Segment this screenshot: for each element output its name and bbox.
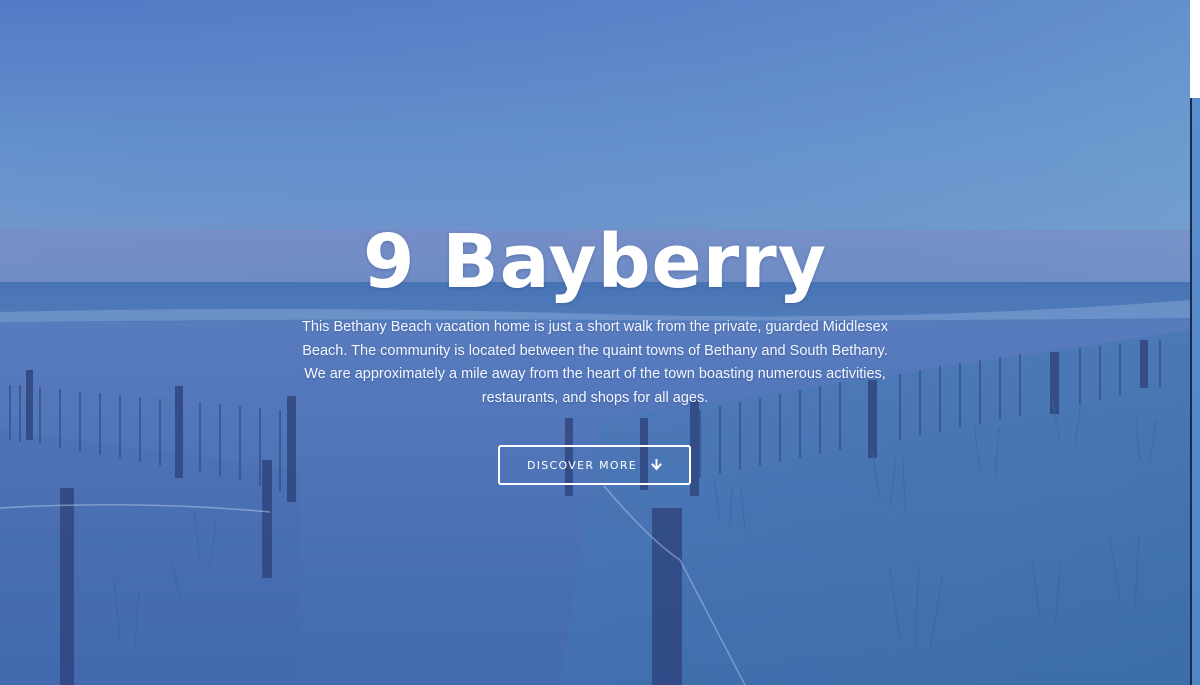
hero-section: 9 Bayberry This Bethany Beach vacation h… — [0, 0, 1190, 685]
hero-description-line: Beach. The community is located between … — [302, 342, 888, 359]
hero-content: 9 Bayberry This Bethany Beach vacation h… — [0, 0, 1190, 685]
scrollbar-thumb[interactable] — [1190, 98, 1200, 685]
arrow-down-icon — [651, 459, 662, 471]
hero-description: This Bethany Beach vacation home is just… — [285, 316, 905, 410]
scrollbar-track-top — [1190, 0, 1200, 98]
hero-description-line: restaurants, and shops for all ages. — [481, 389, 709, 406]
hero-title: 9 Bayberry — [363, 219, 827, 305]
discover-more-button[interactable]: DISCOVER MORE — [498, 445, 691, 485]
hero-description-line: We are approximately a mile away from th… — [304, 366, 886, 382]
hero-description-line: This Bethany Beach vacation home is just… — [302, 319, 888, 335]
page: 9 Bayberry This Bethany Beach vacation h… — [0, 0, 1200, 685]
discover-more-label: DISCOVER MORE — [526, 458, 638, 472]
